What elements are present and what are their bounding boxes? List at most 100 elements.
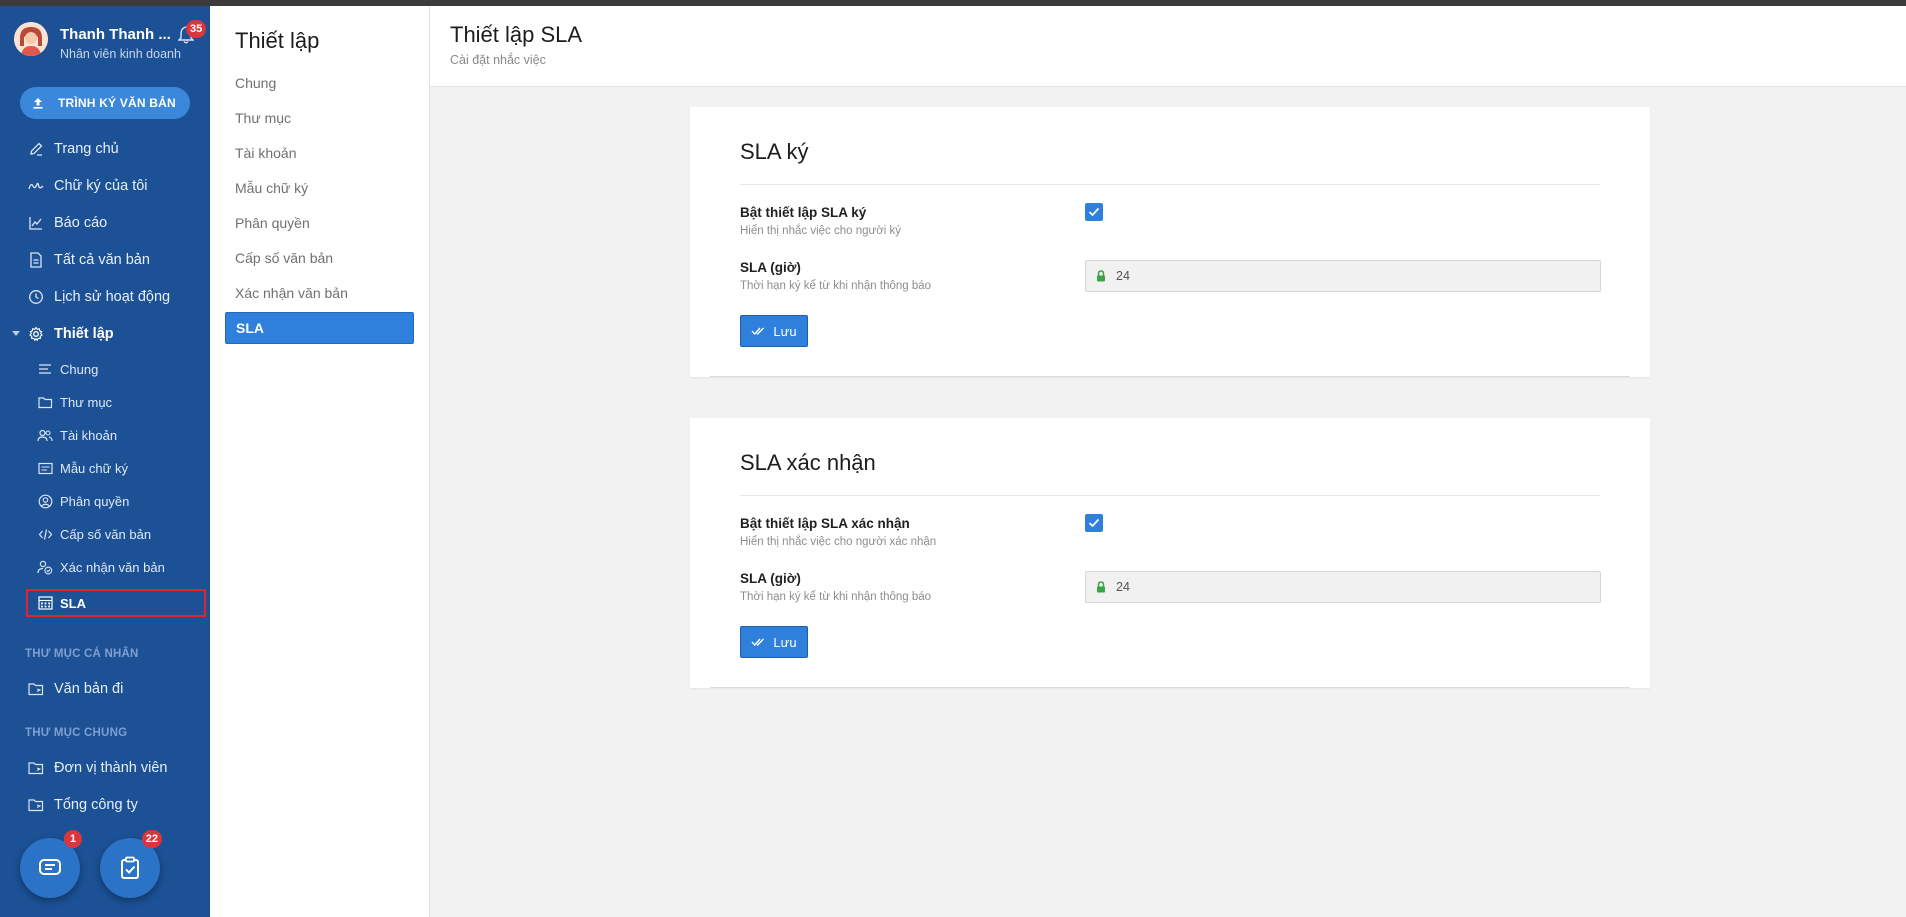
nav-item-outgoing-documents[interactable]: Văn bản đi xyxy=(0,674,210,704)
sidebar-item-label: Tài khoản xyxy=(60,427,118,443)
save-button[interactable]: Lưu xyxy=(740,315,808,347)
nav-item-member-units[interactable]: Đơn vị thành viên xyxy=(0,753,210,783)
settings-menu-item-document-confirmation[interactable]: Xác nhận văn bản xyxy=(225,277,414,309)
upload-icon xyxy=(33,98,43,109)
settings-menu-item-folders[interactable]: Thư mục xyxy=(225,102,414,134)
submit-document-label: TRÌNH KÝ VĂN BẢN xyxy=(58,96,176,110)
sidebar-item-general[interactable]: Chung xyxy=(0,355,210,383)
chat-icon xyxy=(39,859,61,875)
sidebar-item-label: Chung xyxy=(60,361,99,377)
sidebar-item-label: Thư mục xyxy=(60,394,113,410)
settings-menu-item-general[interactable]: Chung xyxy=(225,67,414,99)
sla-confirm-enabled-checkbox[interactable] xyxy=(1085,514,1103,532)
active-item-highlight xyxy=(26,589,206,617)
nav-item-all-documents[interactable]: Tất cả văn bản xyxy=(0,245,210,275)
check-icon xyxy=(1088,518,1100,528)
clipboard-check-icon xyxy=(121,856,139,879)
sidebar-item-folders[interactable]: Thư mục xyxy=(0,388,210,416)
avatar xyxy=(14,22,48,56)
user-profile[interactable]: Thanh Thanh ... Nhân viên kinh doanh 35 xyxy=(12,20,207,66)
nav-item-my-signature[interactable]: Chữ ký của tôi xyxy=(0,171,210,201)
card-divider xyxy=(740,184,1600,185)
sidebar: Thanh Thanh ... Nhân viên kinh doanh 35 … xyxy=(0,6,210,917)
chat-button[interactable]: 1 xyxy=(20,830,82,898)
shared-folders-section: THƯ MỤC CHUNG xyxy=(25,727,128,739)
sla-hours-label: SLA (giờ) xyxy=(740,571,801,586)
settings-menu: Thiết lập Chung Thư mục Tài khoản Mẫu ch… xyxy=(210,6,430,917)
gear-icon xyxy=(26,324,46,344)
tasks-button[interactable]: 22 xyxy=(100,830,162,898)
submit-document-button[interactable]: TRÌNH KÝ VĂN BẢN xyxy=(20,87,190,119)
users-icon xyxy=(36,426,54,444)
clock-icon xyxy=(26,287,46,307)
nav-item-reports[interactable]: Báo cáo xyxy=(0,208,210,238)
settings-menu-title: Thiết lập xyxy=(235,28,320,53)
sidebar-item-document-numbering[interactable]: Cấp số văn bản xyxy=(0,520,210,548)
settings-menu-item-document-numbering[interactable]: Cấp số văn bản xyxy=(225,242,414,274)
nav-item-label: Báo cáo xyxy=(54,215,108,231)
code-icon xyxy=(36,525,54,543)
sidebar-item-document-confirmation[interactable]: Xác nhận văn bản xyxy=(0,553,210,581)
folder-icon xyxy=(36,393,54,411)
nav-item-label: Lịch sử hoạt động xyxy=(54,289,171,305)
sidebar-item-permissions[interactable]: Phân quyền xyxy=(0,487,210,515)
toggle-label: Bật thiết lập SLA xác nhận xyxy=(740,516,910,531)
chat-badge: 1 xyxy=(64,830,82,848)
folder-icon xyxy=(26,679,46,699)
user-check-icon xyxy=(36,558,54,576)
save-button-label: Lưu xyxy=(773,634,797,650)
sla-hours-help: Thời hạn ký kể từ khi nhận thông báo xyxy=(740,280,932,292)
sla-sign-hours-input[interactable]: 24 xyxy=(1085,260,1601,292)
nav-item-label: Tất cả văn bản xyxy=(54,252,150,268)
tasks-badge: 22 xyxy=(141,830,162,848)
page-subtitle: Cài đặt nhắc việc xyxy=(450,53,546,67)
settings-menu-item-signature-templates[interactable]: Mẫu chữ ký xyxy=(225,172,414,204)
user-circle-icon xyxy=(36,492,54,510)
sidebar-item-label: Mẫu chữ ký xyxy=(60,460,128,476)
notification-button[interactable]: 35 xyxy=(177,20,207,48)
sla-confirm-hours-input[interactable]: 24 xyxy=(1085,571,1601,603)
settings-menu-item-permissions[interactable]: Phân quyền xyxy=(225,207,414,239)
toggle-label: Bật thiết lập SLA ký xyxy=(740,205,867,220)
sidebar-item-accounts[interactable]: Tài khoản xyxy=(0,421,210,449)
sidebar-item-signature-templates[interactable]: Mẫu chữ ký xyxy=(0,454,210,482)
folder-icon xyxy=(26,795,46,815)
signature-icon xyxy=(26,176,46,196)
nav-item-corporation[interactable]: Tổng công ty xyxy=(0,790,210,820)
personal-folders-section: THƯ MỤC CÁ NHÂN xyxy=(25,648,139,660)
sla-sign-card: SLA ký Bật thiết lập SLA ký Hiển thị nhắ… xyxy=(690,107,1650,377)
card-divider xyxy=(740,495,1600,496)
save-button[interactable]: Lưu xyxy=(740,626,808,658)
save-button-label: Lưu xyxy=(773,323,797,339)
page-header: Thiết lập SLA Cài đặt nhắc việc xyxy=(430,6,1906,87)
nav-item-label: Chữ ký của tôi xyxy=(54,178,148,194)
page-title: Thiết lập SLA xyxy=(450,22,583,47)
nav-item-activity-history[interactable]: Lịch sử hoạt động xyxy=(0,282,210,312)
user-role: Nhân viên kinh doanh xyxy=(60,47,181,61)
template-icon xyxy=(36,459,54,477)
nav-item-home[interactable]: Trang chủ xyxy=(0,134,210,164)
sla-confirm-card: SLA xác nhận Bật thiết lập SLA xác nhận … xyxy=(690,418,1650,688)
settings-menu-item-sla[interactable]: SLA xyxy=(225,312,414,344)
list-icon xyxy=(36,360,54,378)
nav-item-settings[interactable]: Thiết lập xyxy=(0,319,210,349)
sidebar-item-label: Phân quyền xyxy=(60,493,130,509)
chart-icon xyxy=(26,213,46,233)
user-name: Thanh Thanh ... xyxy=(60,26,171,43)
sla-hours-help: Thời hạn ký kể từ khi nhận thông báo xyxy=(740,591,932,603)
sidebar-item-label: Cấp số văn bản xyxy=(60,526,152,542)
document-icon xyxy=(26,250,46,270)
settings-menu-item-accounts[interactable]: Tài khoản xyxy=(225,137,414,169)
notification-badge: 35 xyxy=(186,20,207,38)
sidebar-item-label: Xác nhận văn bản xyxy=(60,559,165,575)
toggle-help: Hiển thị nhắc việc cho người ký xyxy=(740,225,901,237)
nav-item-label: Tổng công ty xyxy=(54,797,138,813)
check-icon xyxy=(1088,207,1100,217)
folder-icon xyxy=(26,758,46,778)
pen-icon xyxy=(26,139,46,159)
nav-item-label: Thiết lập xyxy=(54,326,114,342)
sla-hours-label: SLA (giờ) xyxy=(740,260,801,275)
sla-sign-enabled-checkbox[interactable] xyxy=(1085,203,1103,221)
toggle-help: Hiển thị nhắc việc cho người xác nhận xyxy=(740,536,937,548)
nav-item-label: Đơn vị thành viên xyxy=(54,760,168,776)
